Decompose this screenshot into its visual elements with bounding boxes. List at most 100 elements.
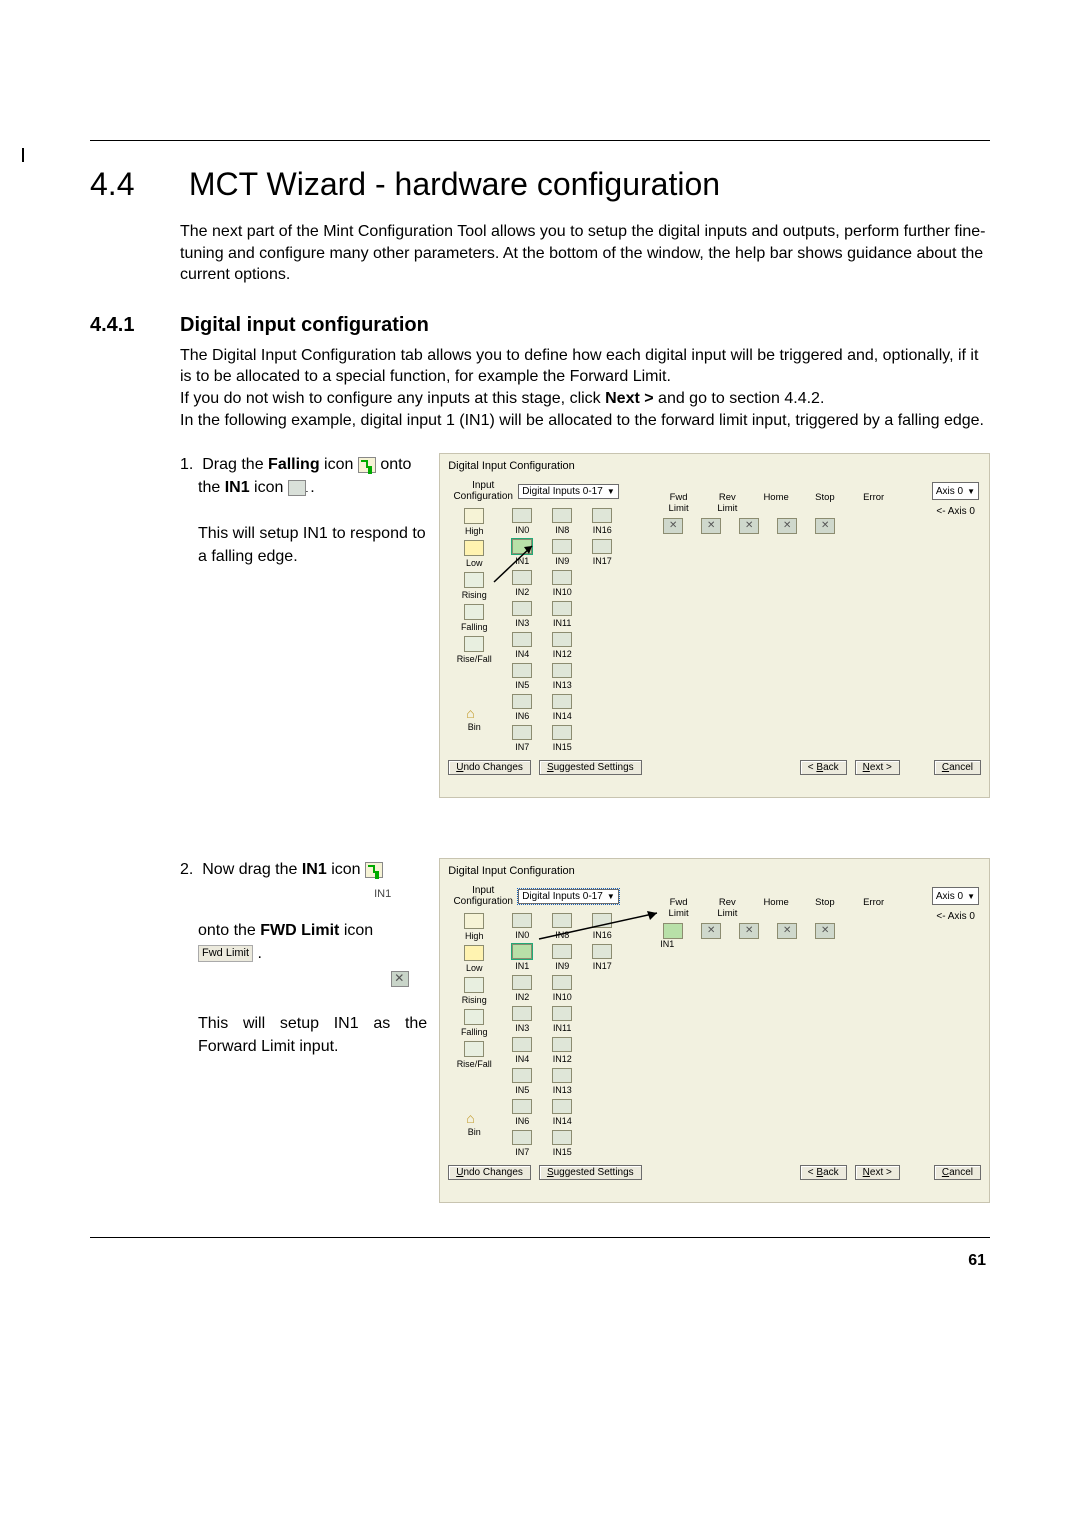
fwd-limit-slot[interactable]: ✕ [663,518,683,534]
home-slot[interactable]: ✕ [739,518,759,534]
input-column-b: IN8 IN9 IN10 IN11 IN12 IN13 IN14 IN15 [542,913,582,1157]
input-config-label: Input Configuration [448,480,518,502]
trigger-low-icon[interactable] [464,540,484,556]
in7-slot[interactable] [512,725,532,740]
in3-slot[interactable] [512,601,532,616]
in14-slot[interactable] [552,1099,572,1114]
input-column-c: IN16 IN17 [582,508,622,752]
fwd-limit-chip: Fwd Limit [198,945,253,963]
trigger-high-icon[interactable] [464,913,484,929]
inputs-range-dropdown[interactable]: Digital Inputs 0-17▼ [518,484,619,499]
in2-slot[interactable] [512,975,532,990]
section-number: 4.4 [90,166,180,203]
in10-slot[interactable] [552,570,572,585]
suggested-settings-button[interactable]: Suggested Settings [539,1165,642,1180]
sub-intro-line: In the following example, digital input … [180,412,984,429]
rev-limit-slot[interactable]: ✕ [701,518,721,534]
rev-limit-slot[interactable]: ✕ [701,923,721,939]
in10-slot[interactable] [552,975,572,990]
trigger-high-icon[interactable] [464,508,484,524]
input-column-b: IN8 IN9 IN10 IN11 IN12 IN13 IN14 IN15 [542,508,582,752]
in6-slot[interactable] [512,694,532,709]
trigger-risefall-icon[interactable] [464,1041,484,1057]
home-slot[interactable]: ✕ [739,923,759,939]
in13-slot[interactable] [552,1068,572,1083]
bottom-rule [90,1237,990,1238]
next-button[interactable]: Next > [855,760,900,775]
section-title: MCT Wizard - hardware configuration [189,166,720,203]
stop-slot[interactable]: ✕ [777,518,797,534]
in15-slot[interactable] [552,725,572,740]
step1-text: 1. Drag the Falling icon onto the IN1 ic… [180,453,439,798]
digital-input-config-panel-2: Digital Input Configuration Input Config… [439,858,990,1203]
in4-slot[interactable] [512,632,532,647]
bin-icon[interactable]: ⌂ [466,1111,482,1125]
sub-intro-line: If you do not wish to configure any inpu… [180,390,824,407]
inputs-range-dropdown[interactable]: Digital Inputs 0-17▼ [518,889,619,904]
step2-result: This will setup IN1 as the Forward Limit… [198,1012,427,1058]
trigger-palette: High Low Rising Falling Rise/Fall ⌂Bin [446,913,502,1157]
fwd-limit-slot-icon [391,971,409,987]
margin-mark [22,148,24,162]
axis-link[interactable]: <- Axis 0 [936,911,975,922]
in1-slot[interactable] [512,944,532,959]
trigger-falling-icon[interactable] [464,604,484,620]
page-number: 61 [90,1252,990,1270]
axis-dropdown[interactable]: Axis 0▼ [932,482,979,500]
cancel-button[interactable]: Cancel [934,1165,981,1180]
drag-arrow-icon [488,540,548,590]
back-button[interactable]: < Back [800,760,847,775]
back-button[interactable]: < Back [800,1165,847,1180]
in11-slot[interactable] [552,601,572,616]
chevron-down-icon: ▼ [607,892,615,901]
sub-intro-line: The Digital Input Configuration tab allo… [180,347,978,386]
digital-input-config-panel-1: Digital Input Configuration Input Config… [439,453,990,798]
in3-slot[interactable] [512,1006,532,1021]
in0-slot[interactable] [512,508,532,523]
trigger-rising-icon[interactable] [464,977,484,993]
in1-caption: IN1 [374,888,391,900]
trigger-rising-icon[interactable] [464,572,484,588]
in12-slot[interactable] [552,1037,572,1052]
in9-slot[interactable] [552,944,572,959]
error-slot[interactable]: ✕ [815,518,835,534]
input-column-c: IN16 IN17 [582,913,622,1157]
in12-slot[interactable] [552,632,572,647]
undo-changes-button[interactable]: Undo Changes [448,1165,531,1180]
in8-slot[interactable] [552,508,572,523]
in17-slot[interactable] [592,539,612,554]
trigger-low-icon[interactable] [464,945,484,961]
error-slot[interactable]: ✕ [815,923,835,939]
subsection-heading: 4.4.1 Digital input configuration [90,314,990,337]
fwd-limit-in1-label: IN1 [655,939,889,949]
in5-slot[interactable] [512,663,532,678]
undo-changes-button[interactable]: Undo Changes [448,760,531,775]
cancel-button[interactable]: Cancel [934,760,981,775]
axis-link[interactable]: <- Axis 0 [936,506,975,517]
subsection-intro: The Digital Input Configuration tab allo… [180,345,990,431]
in7-slot[interactable] [512,1130,532,1145]
in16-slot[interactable] [592,508,612,523]
trigger-risefall-icon[interactable] [464,636,484,652]
in0-slot[interactable] [512,913,532,928]
in17-slot[interactable] [592,944,612,959]
in6-slot[interactable] [512,1099,532,1114]
chevron-down-icon: ▼ [967,892,975,901]
bin-icon[interactable]: ⌂ [466,706,482,720]
axis-dropdown[interactable]: Axis 0▼ [932,887,979,905]
in5-slot[interactable] [512,1068,532,1083]
suggested-settings-button[interactable]: Suggested Settings [539,760,642,775]
subsection-title: Digital input configuration [180,314,429,337]
next-button[interactable]: Next > [855,1165,900,1180]
trigger-falling-icon[interactable] [464,1009,484,1025]
in14-slot[interactable] [552,694,572,709]
section-heading: 4.4 MCT Wizard - hardware configuration [90,166,990,203]
in15-slot[interactable] [552,1130,572,1145]
input-config-label: Input Configuration [448,885,518,907]
input-slot-icon [288,480,306,496]
in13-slot[interactable] [552,663,572,678]
in4-slot[interactable] [512,1037,532,1052]
stop-slot[interactable]: ✕ [777,923,797,939]
in11-slot[interactable] [552,1006,572,1021]
in9-slot[interactable] [552,539,572,554]
